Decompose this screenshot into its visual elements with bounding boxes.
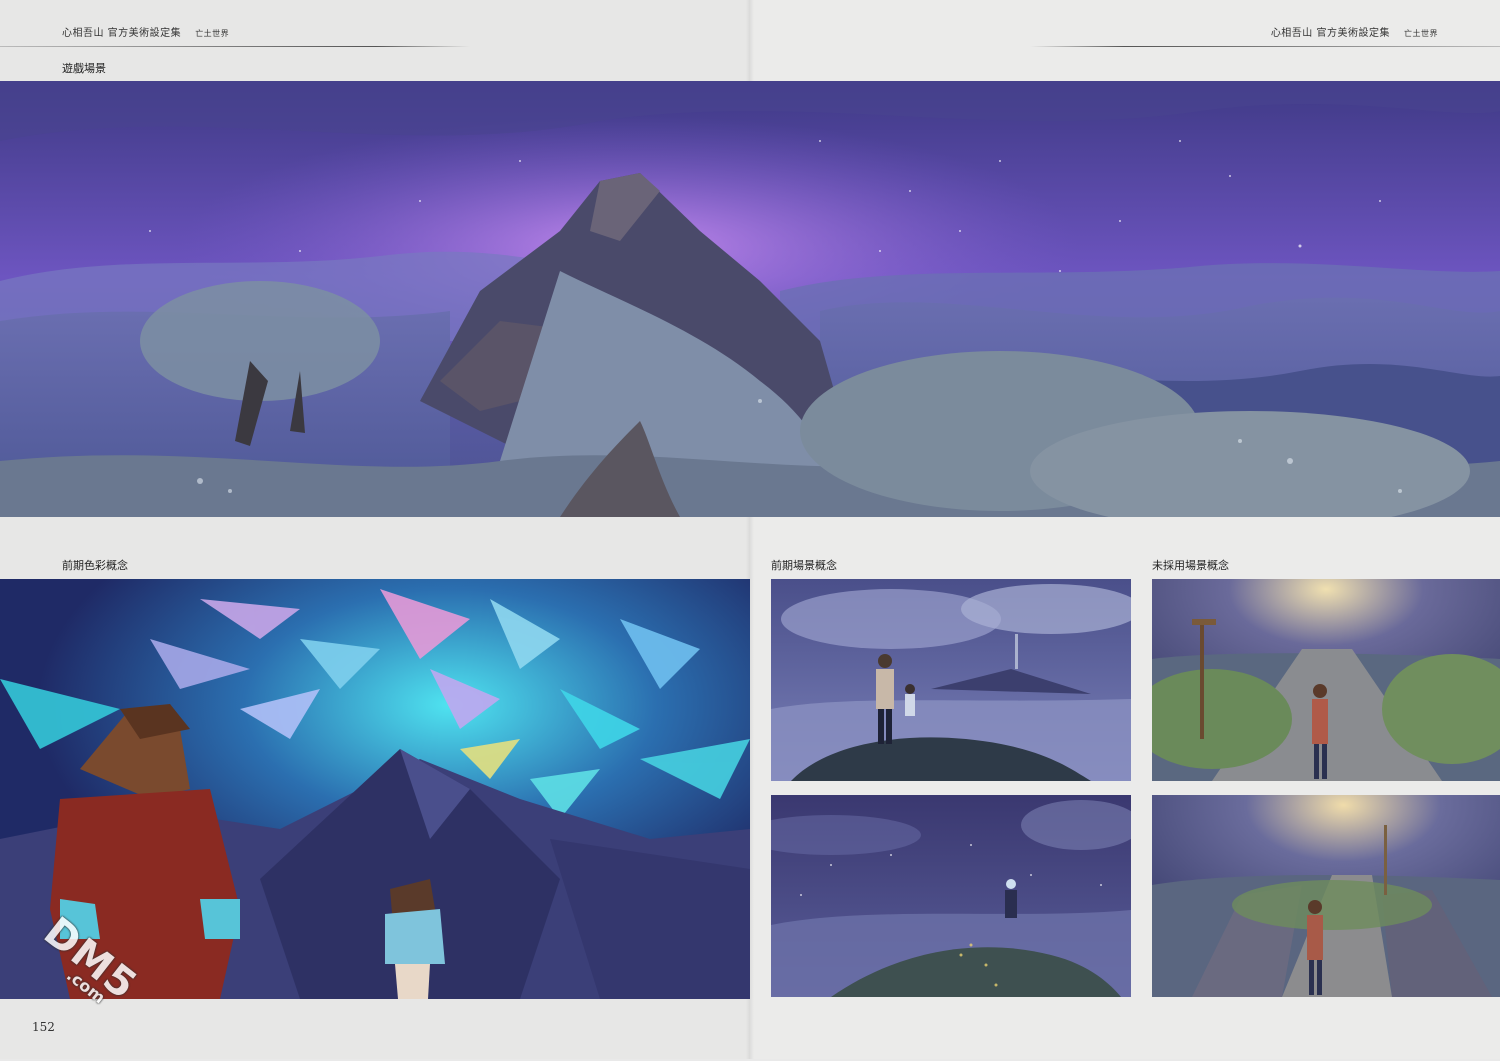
- header-rule-right: [1030, 46, 1500, 47]
- unused-concept-image-1: [1152, 579, 1500, 781]
- caption-unused-scene-concept: 未採用場景概念: [1152, 559, 1229, 572]
- section-title-right: 亡土世界: [1404, 29, 1438, 38]
- header-rule-left: [0, 46, 470, 47]
- running-header-left: 心相吾山 官方美術設定集 亡土世界: [62, 24, 229, 39]
- scene-concept-image-1: [771, 579, 1131, 781]
- section-title-left: 亡土世界: [195, 29, 230, 38]
- color-concept-lowpoly-illustration: [0, 579, 750, 999]
- unused-concept-image-2: [1152, 795, 1500, 997]
- caption-early-scene-concept: 前期場景概念: [771, 559, 837, 572]
- book-title-left: 心相吾山 官方美術設定集: [62, 28, 182, 39]
- book-title-right: 心相吾山 官方美術設定集: [1270, 28, 1390, 39]
- caption-early-color-concept: 前期色彩概念: [62, 559, 128, 572]
- scene-concept-image-2: [771, 795, 1131, 997]
- running-header-right: 心相吾山 官方美術設定集 亡土世界: [1271, 24, 1438, 39]
- caption-game-scene: 遊戲場景: [62, 62, 106, 75]
- panorama-mountain-illustration: [0, 81, 1500, 517]
